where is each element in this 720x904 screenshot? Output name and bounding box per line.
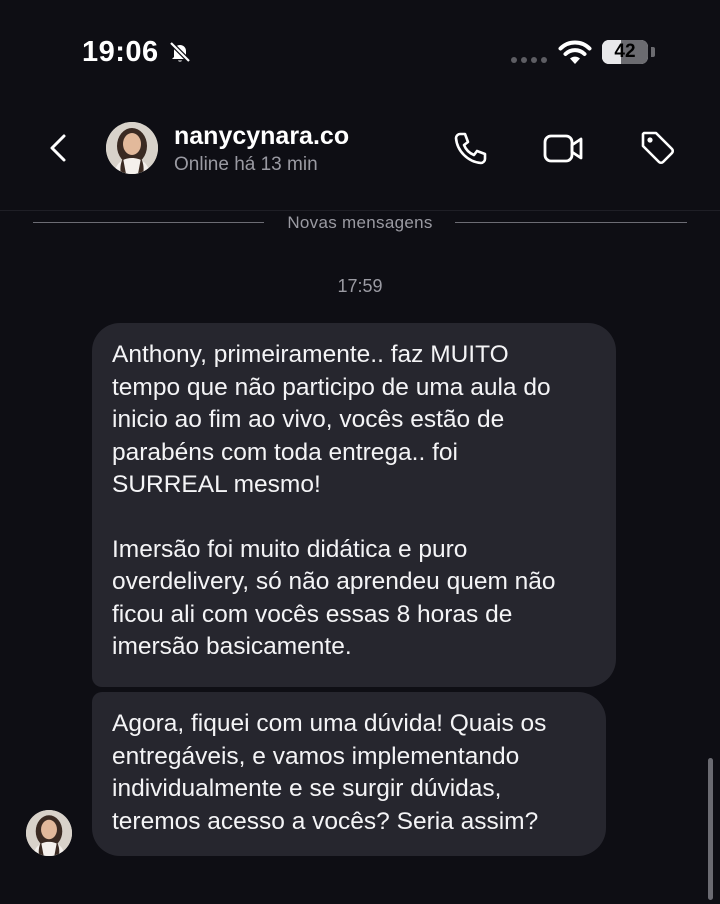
call-button[interactable] — [450, 128, 490, 168]
bell-slash-icon — [168, 40, 192, 69]
battery-nub — [651, 47, 655, 57]
message-text: Anthony, primeiramente.. faz MUITO tempo… — [112, 341, 551, 498]
message-text: Imersão foi muito didática e puro overde… — [112, 535, 556, 661]
status-bar: 19:06 42 — [0, 0, 720, 100]
tag-button[interactable] — [638, 128, 678, 168]
message-bubble[interactable]: Anthony, primeiramente.. faz MUITO tempo… — [92, 323, 616, 687]
back-button[interactable] — [42, 128, 78, 168]
phone-icon — [454, 132, 487, 165]
chat-header: nanycynara.co Online há 13 min — [0, 100, 720, 211]
status-time: 19:06 — [82, 36, 159, 68]
message-timestamp: 17:59 — [337, 276, 383, 296]
wifi-icon — [558, 40, 592, 71]
back-chevron-icon — [50, 134, 66, 162]
scrollbar[interactable] — [708, 758, 713, 900]
contact-status: Online há 13 min — [174, 154, 318, 175]
tag-icon — [641, 131, 675, 165]
sender-avatar[interactable] — [26, 810, 72, 856]
message-text: Agora, fiquei com uma dúvida! Quais os e… — [112, 710, 547, 835]
signal-icon — [511, 57, 547, 63]
divider-label: Novas mensagens — [287, 213, 433, 232]
contact-avatar[interactable] — [106, 122, 158, 174]
message-bubble[interactable]: Agora, fiquei com uma dúvida! Quais os e… — [92, 692, 606, 856]
contact-name[interactable]: nanycynara.co — [174, 122, 349, 151]
battery-icon: 42 — [602, 40, 648, 64]
new-messages-divider: Novas mensagens — [33, 213, 687, 232]
battery-level: 42 — [614, 41, 636, 62]
video-icon — [543, 134, 583, 163]
video-call-button[interactable] — [543, 128, 583, 168]
